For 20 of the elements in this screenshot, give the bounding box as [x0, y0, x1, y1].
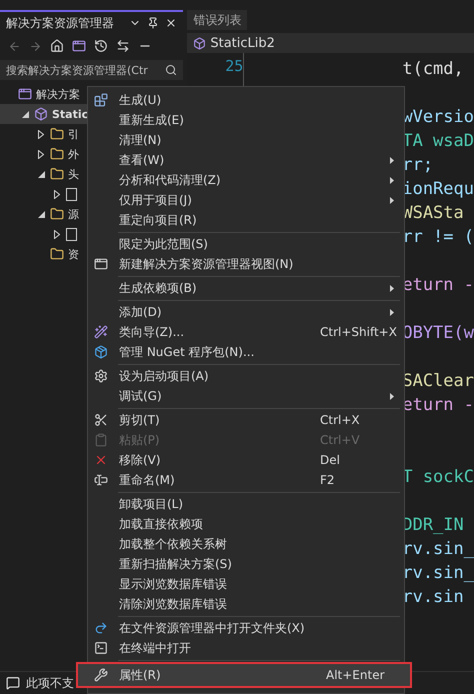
- line-number: 25: [225, 57, 244, 75]
- code-line: t(cmd,: [402, 59, 464, 79]
- panel-title: 解决方案资源管理器: [6, 14, 115, 32]
- code-line: SAClear: [402, 371, 474, 391]
- code-line: rr;: [402, 155, 434, 175]
- shortcut-text: Ctrl+X: [320, 413, 360, 427]
- code-line: wVersio: [402, 107, 474, 127]
- code-line: rr != (: [402, 227, 474, 247]
- shortcut-text: F2: [320, 473, 335, 487]
- shortcut-text: Ctrl+V: [320, 433, 360, 447]
- code-line: OBYTE(w: [402, 323, 474, 343]
- shortcut-text: Ctrl+Shift+X: [320, 325, 397, 339]
- shortcut-text: Del: [320, 453, 340, 467]
- code-line: rv.sin_: [402, 563, 474, 583]
- status-text: 此项不支: [26, 674, 74, 692]
- code-line: TA wsaD: [402, 131, 474, 151]
- code-line: ionRequ: [402, 179, 474, 199]
- code-line: rv.sin_: [402, 539, 474, 559]
- shortcut-text: Alt+Enter: [326, 668, 385, 682]
- code-line: rv.sin: [402, 587, 464, 607]
